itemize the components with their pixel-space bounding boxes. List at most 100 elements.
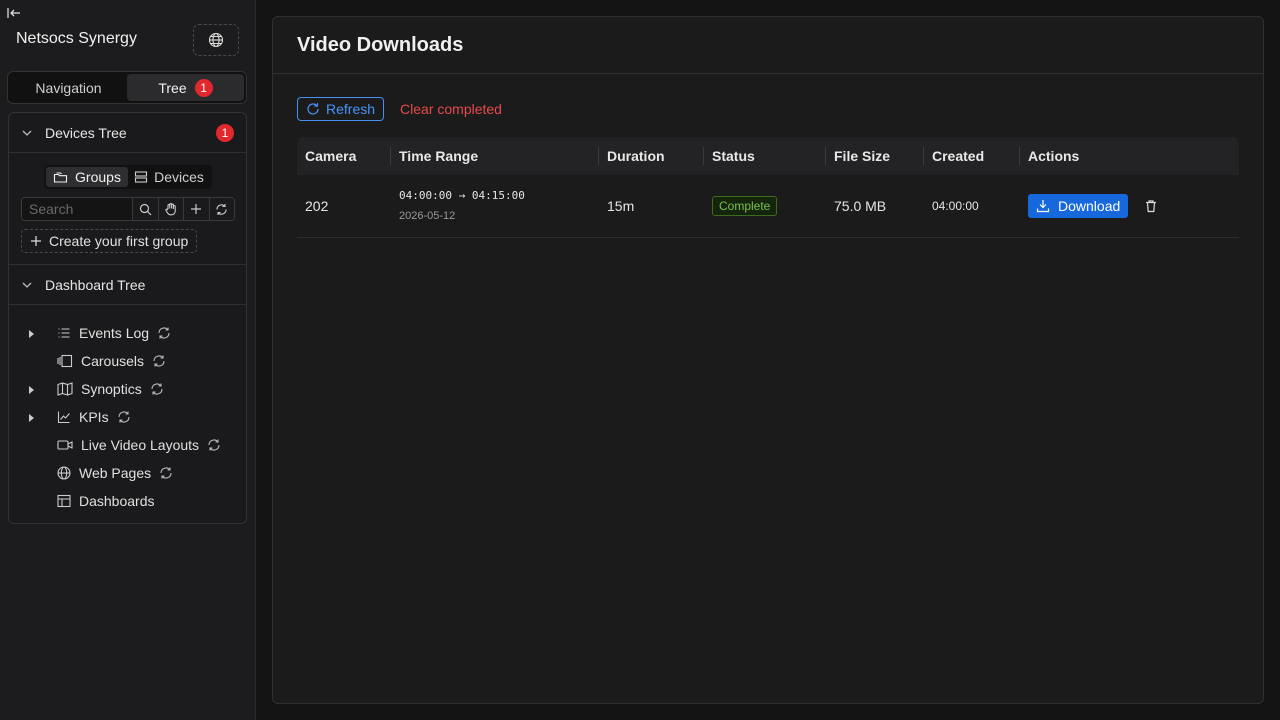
- refresh-icon: [215, 203, 228, 216]
- reload-button[interactable]: [208, 198, 234, 220]
- toggle-devices[interactable]: Devices: [128, 167, 210, 187]
- toggle-groups[interactable]: Groups: [46, 167, 128, 187]
- camera-cell: 202: [297, 175, 391, 238]
- refresh-icon[interactable]: [150, 382, 164, 396]
- tab-tree-label: Tree: [158, 79, 187, 96]
- status-badge: Complete: [712, 195, 778, 216]
- create-group-label: Create your first group: [49, 233, 189, 249]
- chevron-down-icon: [21, 127, 33, 139]
- app-title: Netsocs Synergy: [16, 30, 137, 47]
- tree-item-kpis[interactable]: KPIs: [9, 403, 246, 431]
- column-header: Actions: [1020, 137, 1239, 175]
- toggle-devices-label: Devices: [154, 169, 204, 185]
- search-button[interactable]: [132, 198, 158, 220]
- table-icon: [57, 494, 71, 508]
- search-icon: [139, 203, 152, 216]
- tree-item-label: Live Video Layouts: [81, 437, 200, 453]
- tree-item-carousels[interactable]: Carousels: [9, 347, 246, 375]
- language-button[interactable]: [193, 24, 239, 56]
- refresh-icon[interactable]: [152, 354, 166, 368]
- hand-icon: [164, 202, 178, 216]
- video-camera-icon: [57, 438, 73, 452]
- column-header: Status: [704, 137, 826, 175]
- column-header: Time Range: [391, 137, 599, 175]
- add-button[interactable]: [183, 198, 209, 220]
- tab-navigation[interactable]: Navigation: [10, 74, 127, 101]
- devices-tree-badge: 1: [216, 124, 234, 142]
- tree-item-label: Carousels: [81, 353, 145, 369]
- tree-item-label: KPIs: [79, 409, 109, 425]
- dashboard-tree: Events Log Carousels Synoptics KPIs Live…: [9, 305, 246, 515]
- table-header-row: Camera Time Range Duration Status File S…: [297, 137, 1239, 175]
- folders-icon: [53, 170, 69, 184]
- refresh-icon: [306, 102, 320, 116]
- panel-header: Video Downloads: [273, 17, 1263, 74]
- date: 2026-05-12: [399, 210, 456, 223]
- table-row: 202 04:00:00 → 04:15:00 2026-05-12 15m C…: [297, 175, 1239, 238]
- created-cell: 04:00:00: [924, 175, 1020, 238]
- refresh-button[interactable]: Refresh: [297, 97, 385, 121]
- dashboard-tree-header[interactable]: Dashboard Tree: [9, 265, 246, 305]
- refresh-label: Refresh: [326, 101, 376, 117]
- download-icon: [1036, 199, 1050, 213]
- create-group-button[interactable]: Create your first group: [21, 229, 198, 253]
- caret-right-icon[interactable]: [29, 414, 34, 422]
- refresh-icon[interactable]: [117, 410, 131, 424]
- tree-item-label: Web Pages: [79, 465, 152, 481]
- column-header: Camera: [297, 137, 391, 175]
- download-label: Download: [1058, 197, 1121, 214]
- list-icon: [57, 326, 71, 340]
- trash-icon[interactable]: [1144, 199, 1158, 213]
- plus-icon: [30, 235, 42, 247]
- download-button[interactable]: Download: [1028, 193, 1129, 218]
- chevron-down-icon: [21, 279, 33, 291]
- refresh-icon[interactable]: [157, 326, 171, 340]
- pan-button[interactable]: [157, 198, 183, 220]
- caret-right-icon[interactable]: [29, 386, 34, 394]
- tree-item-synoptics[interactable]: Synoptics: [9, 375, 246, 403]
- tab-tree[interactable]: Tree 1: [127, 74, 244, 101]
- video-downloads-panel: Video Downloads Refresh Clear completed …: [272, 16, 1264, 704]
- devices-tree-header[interactable]: Devices Tree 1: [9, 113, 246, 153]
- column-header: Duration: [599, 137, 704, 175]
- carousel-icon: [57, 354, 73, 368]
- file-size-cell: 75.0 MB: [826, 175, 924, 238]
- tab-navigation-label: Navigation: [35, 79, 102, 96]
- tree-item-dashboards[interactable]: Dashboards: [9, 487, 246, 515]
- page-title: Video Downloads: [297, 33, 464, 56]
- devices-tree-body: Groups Devices Search Create your first …: [9, 153, 246, 265]
- caret-right-icon[interactable]: [29, 330, 34, 338]
- clear-completed-button[interactable]: Clear completed: [400, 101, 502, 117]
- tree-panel: Devices Tree 1 Groups Devices Search Cre…: [8, 112, 247, 524]
- refresh-icon[interactable]: [159, 466, 173, 480]
- collapse-sidebar-icon[interactable]: [6, 5, 22, 21]
- groups-devices-toggle: Groups Devices: [44, 165, 212, 189]
- tree-item-label: Synoptics: [81, 381, 142, 397]
- tree-item-label: Dashboards: [79, 493, 155, 509]
- refresh-icon[interactable]: [207, 438, 221, 452]
- devices-tree-title: Devices Tree: [45, 124, 127, 141]
- toolbar: Refresh Clear completed: [297, 97, 502, 121]
- column-header: Created: [924, 137, 1020, 175]
- tree-item-live-video-layouts[interactable]: Live Video Layouts: [9, 431, 246, 459]
- globe-icon: [208, 32, 224, 48]
- status-cell: Complete: [704, 175, 826, 238]
- plus-icon: [190, 203, 202, 215]
- duration-cell: 15m: [599, 175, 704, 238]
- toggle-groups-label: Groups: [75, 169, 121, 185]
- time-range: 04:00:00 → 04:15:00: [399, 189, 525, 203]
- time-range-cell: 04:00:00 → 04:15:00 2026-05-12: [391, 175, 599, 238]
- search-input[interactable]: [22, 198, 132, 220]
- server-icon: [134, 170, 148, 184]
- column-header: File Size: [826, 137, 924, 175]
- device-search-bar: [21, 197, 235, 221]
- chart-line-icon: [57, 410, 71, 424]
- sidebar: Netsocs Synergy Navigation Tree 1 Device…: [0, 0, 256, 720]
- tree-item-label: Events Log: [79, 325, 150, 341]
- globe-icon: [57, 466, 71, 480]
- tree-item-web-pages[interactable]: Web Pages: [9, 459, 246, 487]
- sidebar-mode-tabs: Navigation Tree 1: [7, 71, 247, 104]
- tree-item-events-log[interactable]: Events Log: [9, 319, 246, 347]
- dashboard-tree-title: Dashboard Tree: [45, 276, 146, 293]
- map-icon: [57, 382, 73, 396]
